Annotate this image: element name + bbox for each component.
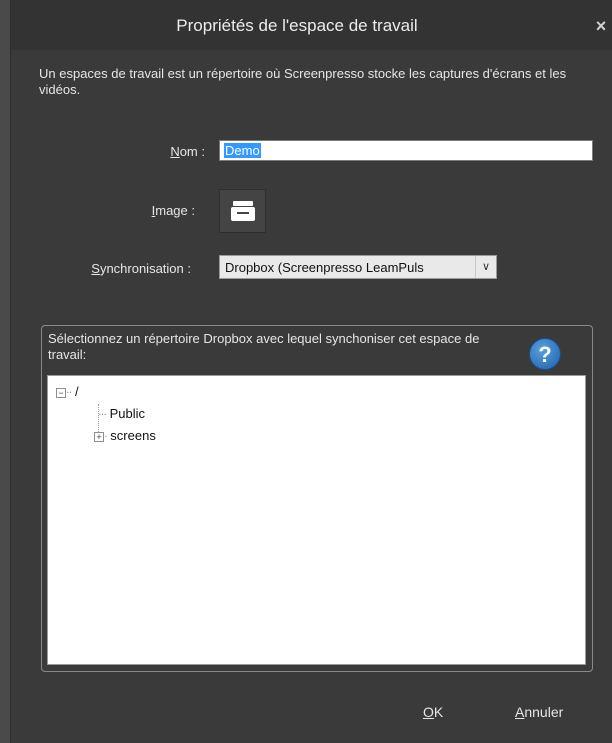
image-label: Image :: [101, 203, 195, 218]
tree-node-screens[interactable]: + · screens: [94, 428, 156, 443]
tree-node-label: screens: [110, 428, 156, 443]
ok-button-label: K: [433, 704, 444, 720]
tree-node-label: Public: [109, 406, 146, 421]
ok-button-accelerator: O: [423, 704, 434, 720]
tree-connector: ·: [104, 430, 108, 443]
dropbox-folder-tree[interactable]: − ·· / ··· Public + · screens: [47, 375, 586, 665]
tree-node-label: /: [74, 384, 79, 399]
cancel-button[interactable]: Annuler: [515, 704, 563, 720]
cancel-button-accelerator: A: [515, 704, 525, 720]
workspace-image-button[interactable]: [219, 189, 266, 233]
tree-connector: ···: [98, 408, 107, 421]
sync-service-value: Dropbox (Screenpresso LeamPuls: [225, 260, 424, 275]
chevron-down-icon[interactable]: ∨: [475, 256, 496, 278]
name-label-accelerator: N: [170, 144, 180, 159]
close-icon[interactable]: ×: [591, 16, 611, 36]
tree-node-public[interactable]: ··· Public: [98, 406, 145, 421]
dropbox-instruction: Sélectionnez un répertoire Dropbox avec …: [48, 331, 480, 362]
printer-icon: [230, 201, 255, 221]
name-label-text: om :: [179, 144, 205, 159]
tree-connector: ··: [66, 386, 72, 399]
name-input-value: Demo: [224, 143, 261, 158]
name-input[interactable]: Demo: [219, 140, 593, 161]
expand-icon[interactable]: +: [94, 431, 104, 442]
sync-label-text: ynchronisation :: [99, 261, 191, 276]
ok-button[interactable]: OK: [423, 704, 443, 720]
workspace-properties-dialog: Propriétés de l'espace de travail × Un e…: [10, 0, 612, 743]
tree-node-root[interactable]: − ·· /: [56, 384, 79, 399]
collapse-icon[interactable]: −: [56, 387, 66, 398]
description-text: Un espaces de travail est un répertoire …: [39, 66, 567, 97]
help-icon[interactable]: ?: [529, 338, 561, 370]
image-label-text: mage :: [155, 203, 195, 218]
sync-label: Synchronisation :: [51, 261, 191, 276]
name-label: Nom :: [101, 144, 205, 159]
cancel-button-label: nnuler: [524, 704, 564, 720]
dialog-title: Propriétés de l'espace de travail: [176, 16, 418, 35]
title-bar: Propriétés de l'espace de travail ×: [11, 0, 612, 50]
sync-service-select[interactable]: Dropbox (Screenpresso LeamPuls ∨: [219, 255, 497, 279]
sync-label-accelerator: S: [91, 261, 100, 276]
